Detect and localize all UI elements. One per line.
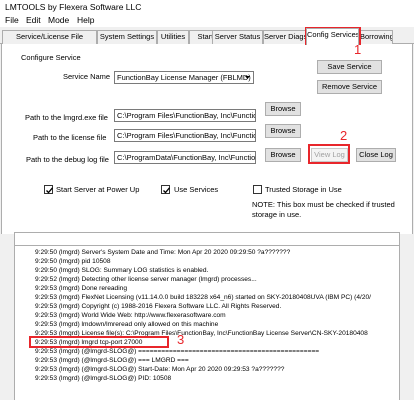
log-pane[interactable]: 9:29:50 (lmgrd) Server's System Date and…: [14, 246, 400, 400]
lmgrd-path-label: Path to the lmgrd.exe file: [25, 113, 108, 122]
log-line: 9:29:53 (lmgrd) Done rereading: [35, 285, 127, 292]
config-services-panel: Configure Service Service Name FunctionB…: [1, 44, 413, 234]
lmgrd-browse-button[interactable]: Browse: [265, 102, 301, 116]
chevron-down-icon[interactable]: [242, 72, 253, 83]
trusted-storage-label: Trusted Storage in Use: [265, 185, 342, 194]
debug-path-field[interactable]: C:\ProgramData\FunctionBay, Inc\Function…: [114, 151, 256, 164]
service-name-combo[interactable]: FunctionBay License Manager (FBLMD): [114, 71, 254, 84]
log-line: 9:29:53 (lmgrd) Copyright (c) 1988-2016 …: [35, 303, 282, 310]
log-line: 9:29:53 (lmgrd) (@lmgrd-SLOG@) =========…: [35, 348, 320, 355]
debug-browse-button[interactable]: Browse: [265, 148, 301, 162]
debug-path-label: Path to the debug log file: [26, 155, 109, 164]
annotation-number-3: 3: [177, 332, 185, 347]
log-line: 9:29:53 (lmgrd) License file(s): C:\Prog…: [35, 330, 368, 337]
log-line: 9:29:50 (lmgrd) SLOG: Summary LOG statis…: [35, 267, 209, 274]
service-name-value: FunctionBay License Manager (FBLMD): [117, 73, 251, 82]
lmgrd-path-field[interactable]: C:\Program Files\FunctionBay, Inc\Functi…: [114, 109, 256, 122]
view-log-button[interactable]: View Log: [311, 148, 348, 162]
window-title: LMTOOLS by Flexera Software LLC: [5, 2, 142, 12]
start-server-label: Start Server at Power Up: [56, 185, 140, 194]
start-server-checkbox[interactable]: [44, 185, 53, 194]
configure-service-label: Configure Service: [21, 53, 81, 62]
trusted-storage-note: NOTE: This box must be checked if truste…: [252, 200, 395, 219]
menu-bar: File Edit Mode Help: [0, 14, 414, 27]
log-line: 9:29:53 (lmgrd) (@lmgrd-SLOG@) === LMGRD…: [35, 357, 189, 364]
use-services-checkbox[interactable]: [161, 185, 170, 194]
log-line: 9:29:53 (lmgrd) lmdown/lmreread only all…: [35, 321, 219, 328]
close-log-button[interactable]: Close Log: [356, 148, 396, 162]
tab-config-services[interactable]: Config Services: [306, 28, 359, 45]
menu-mode[interactable]: Mode: [48, 15, 69, 25]
use-services-label: Use Services: [174, 185, 219, 194]
log-line-tcp-port: 9:29:53 (lmgrd) lmgrd tcp-port 27000: [35, 339, 143, 346]
log-line: 9:29:53 (lmgrd) FlexNet Licensing (v11.1…: [35, 294, 371, 301]
log-line: 9:29:50 (lmgrd) pid 10508: [35, 258, 111, 265]
checkmark-icon: [46, 187, 53, 194]
title-bar: LMTOOLS by Flexera Software LLC: [0, 0, 414, 14]
service-name-label: Service Name: [63, 72, 111, 81]
license-path-field[interactable]: C:\Program Files\FunctionBay, Inc\Functi…: [114, 129, 256, 142]
tab-borrowing[interactable]: Borrowing: [359, 30, 393, 44]
log-line: 9:29:53 (lmgrd) World Wide Web: http://w…: [35, 312, 226, 319]
checkmark-icon: [163, 187, 170, 194]
tab-service-license-file[interactable]: Service/License File: [2, 30, 97, 44]
tab-utilities[interactable]: Utilities: [157, 30, 189, 44]
menu-help[interactable]: Help: [77, 15, 94, 25]
log-line: 9:29:52 (lmgrd) Detecting other license …: [35, 276, 257, 283]
log-line: 9:29:53 (lmgrd) (@lmgrd-SLOG@) Start-Dat…: [35, 366, 285, 373]
tab-server-diags[interactable]: Server Diags: [263, 30, 306, 44]
status-bar: [14, 232, 400, 246]
license-browse-button[interactable]: Browse: [265, 124, 301, 138]
menu-edit[interactable]: Edit: [26, 15, 41, 25]
tab-system-settings[interactable]: System Settings: [97, 30, 157, 44]
tab-server-status[interactable]: Server Status: [212, 30, 263, 44]
license-path-label: Path to the license file: [33, 133, 107, 142]
log-line: 9:29:53 (lmgrd) (@lmgrd-SLOG@) PID: 1050…: [35, 375, 172, 382]
menu-file[interactable]: File: [5, 15, 19, 25]
remove-service-button[interactable]: Remove Service: [317, 80, 382, 94]
lmtools-window: LMTOOLS by Flexera Software LLC File Edi…: [0, 0, 414, 400]
trusted-storage-checkbox[interactable]: [253, 185, 262, 194]
save-service-button[interactable]: Save Service: [317, 60, 382, 74]
log-line: 9:29:50 (lmgrd) Server's System Date and…: [35, 249, 291, 256]
annotation-number-2: 2: [340, 128, 348, 143]
